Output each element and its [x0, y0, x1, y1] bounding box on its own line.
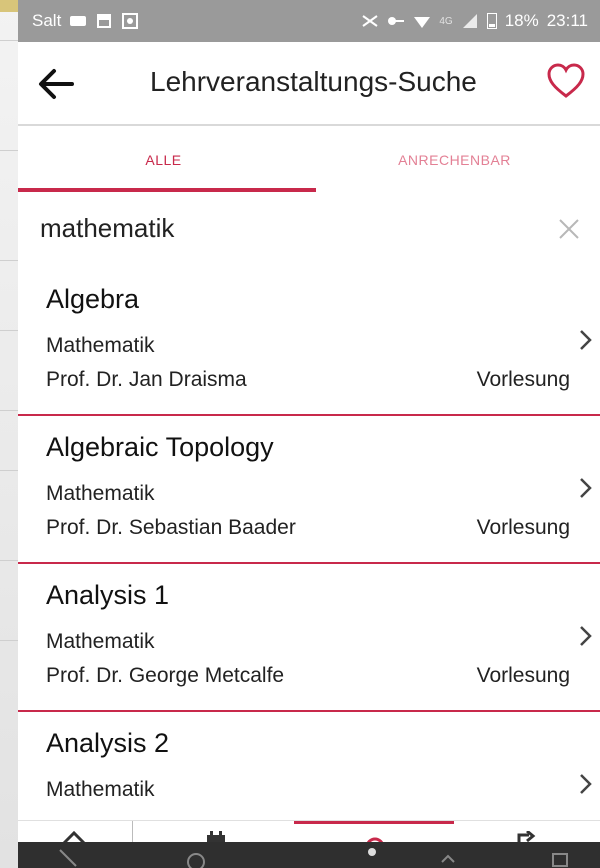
course-lecturer: Prof. Dr. Jan Draisma	[46, 368, 247, 391]
system-arrow-icon[interactable]	[438, 848, 458, 868]
status-bar: Salt 4G 18% 23:11	[18, 0, 600, 42]
message-icon	[70, 16, 87, 26]
tab-anrechenbar[interactable]: ANRECHENBAR	[309, 126, 600, 194]
results-list: Algebra Mathematik Prof. Dr. Jan Draisma…	[18, 268, 600, 860]
screenshot-icon	[122, 13, 139, 29]
course-lecturer: Prof. Dr. George Metcalfe	[46, 664, 285, 687]
list-item[interactable]: Analysis 1 Mathematik Prof. Dr. George M…	[18, 564, 600, 712]
course-title: Analysis 1	[46, 580, 170, 610]
course-subject: Mathematik	[46, 334, 155, 357]
network-label: 4G	[439, 15, 453, 27]
page-background-strip	[0, 0, 18, 868]
phone-screen: Salt 4G 18% 23:11 Lehrveranstaltungs-Suc…	[18, 0, 600, 868]
course-subject: Mathematik	[46, 778, 155, 801]
time-label: 23:11	[546, 11, 588, 30]
wifi-icon	[414, 17, 431, 28]
chevron-right-icon	[580, 626, 592, 646]
course-lecturer: Prof. Dr. Sebastian Baader	[46, 516, 296, 539]
page-title: Lehrveranstaltungs-Suche	[150, 66, 477, 97]
background-line	[0, 410, 18, 411]
tab-label: ALLE	[145, 152, 182, 168]
close-icon[interactable]	[556, 216, 582, 242]
search-bar	[18, 196, 600, 264]
system-recents-icon[interactable]	[550, 848, 570, 868]
background-line	[0, 150, 18, 151]
tab-bar: ALLE ANRECHENBAR	[18, 126, 600, 194]
tab-alle[interactable]: ALLE	[18, 126, 316, 194]
course-title: Algebraic Topology	[46, 432, 274, 462]
course-subject: Mathematik	[46, 482, 155, 505]
chevron-right-icon	[580, 774, 592, 794]
tab-label: ANRECHENBAR	[398, 152, 511, 168]
background-line	[0, 560, 18, 561]
background-line	[0, 40, 18, 41]
chevron-right-icon	[580, 478, 592, 498]
search-input[interactable]	[40, 210, 520, 246]
battery-icon	[486, 13, 497, 29]
vpn-key-icon	[388, 17, 405, 25]
list-item[interactable]: Algebraic Topology Mathematik Prof. Dr. …	[18, 416, 600, 564]
battery-label: 18%	[504, 11, 539, 30]
course-title: Algebra	[46, 284, 140, 314]
heart-outline-icon[interactable]	[546, 62, 586, 102]
chevron-right-icon	[580, 330, 592, 350]
list-item[interactable]: Algebra Mathematik Prof. Dr. Jan Draisma…	[18, 268, 600, 416]
course-type: Vorlesung	[476, 664, 570, 687]
system-home-icon[interactable]	[186, 848, 206, 868]
background-line	[0, 330, 18, 331]
app-bar: Lehrveranstaltungs-Suche	[18, 42, 600, 126]
course-subject: Mathematik	[46, 630, 155, 653]
course-title: Analysis 2	[46, 728, 170, 758]
course-type: Vorlesung	[476, 516, 570, 539]
mute-icon	[362, 15, 378, 27]
tab-active-indicator	[18, 188, 316, 192]
background-line	[0, 640, 18, 641]
system-navigation-bar	[18, 842, 600, 868]
system-back-icon[interactable]	[58, 848, 78, 868]
system-settings-icon[interactable]	[362, 844, 382, 864]
signal-icon	[462, 14, 477, 28]
background-line	[0, 470, 18, 471]
course-type: Vorlesung	[476, 368, 570, 391]
carrier-label: Salt	[32, 11, 62, 30]
background-thumbnail	[0, 0, 18, 12]
back-arrow-icon[interactable]	[36, 66, 76, 102]
background-line	[0, 260, 18, 261]
image-icon	[97, 14, 112, 28]
